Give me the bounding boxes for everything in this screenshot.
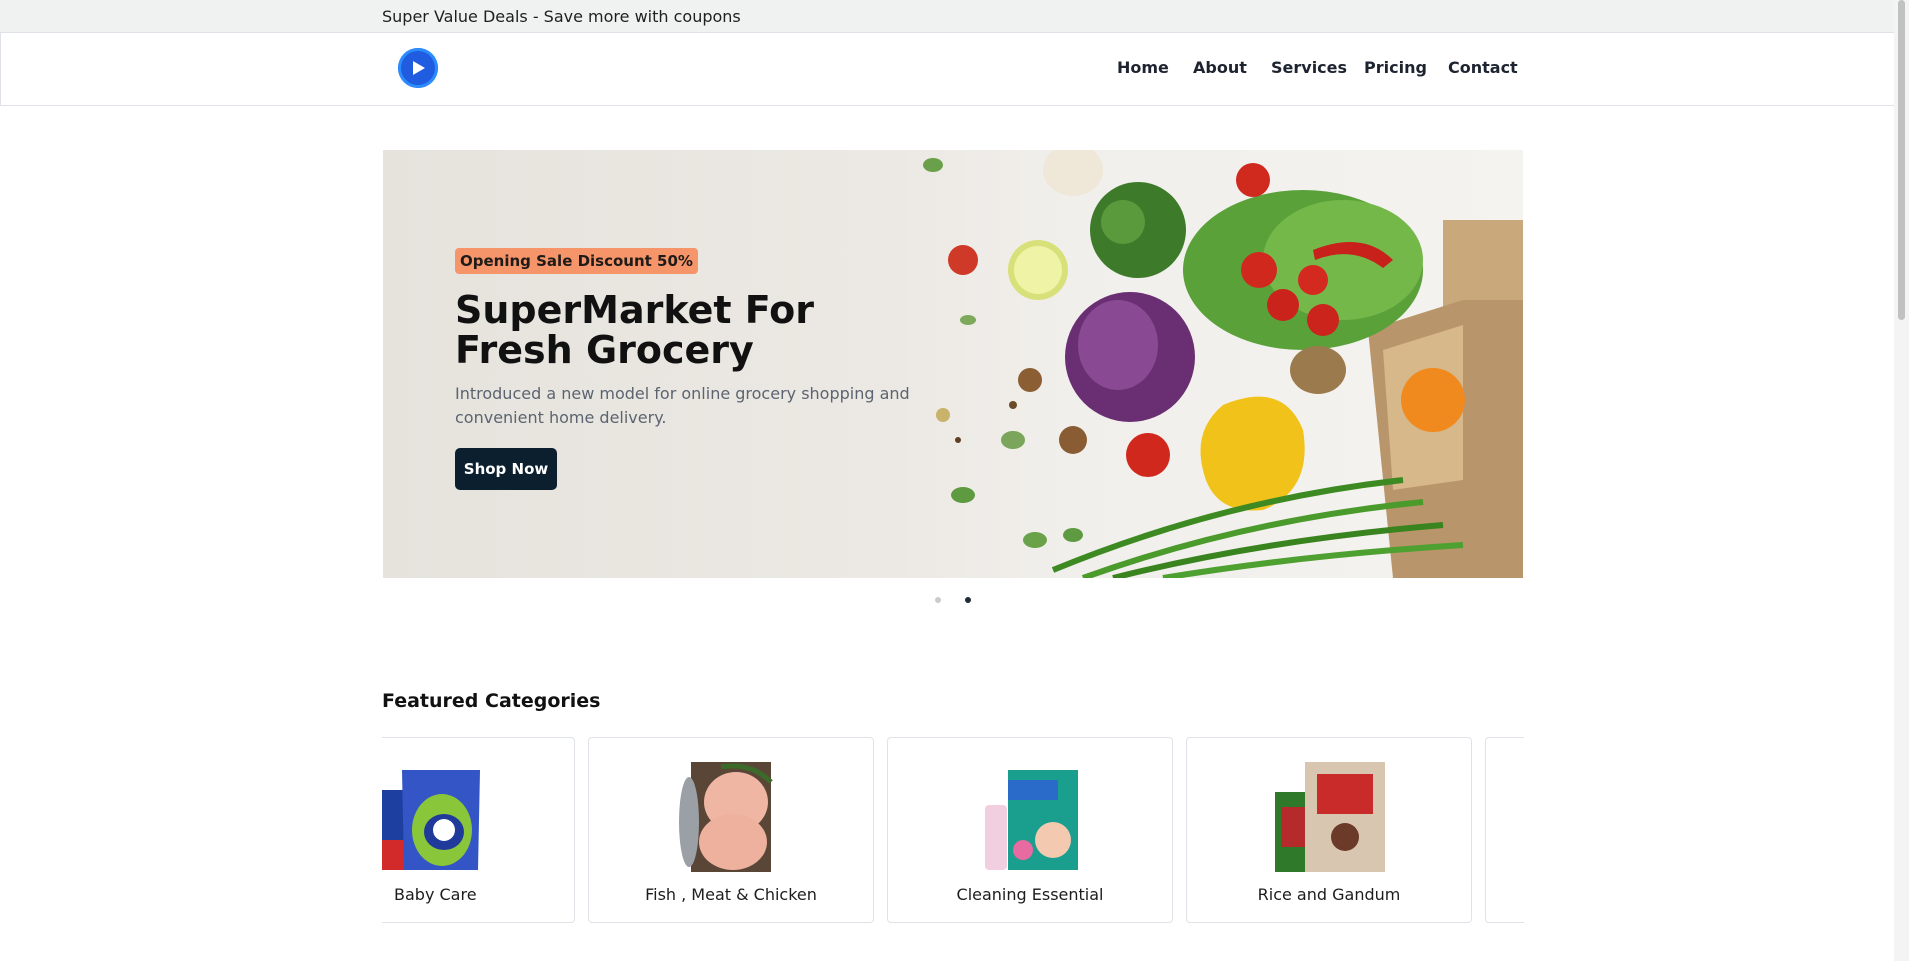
page-scrollbar[interactable] — [1894, 0, 1909, 961]
nav-about[interactable]: About — [1193, 58, 1247, 77]
nav-contact[interactable]: Contact — [1448, 58, 1518, 77]
vegetables-image — [923, 150, 1523, 578]
nav-home[interactable]: Home — [1117, 58, 1169, 77]
section-title: Featured Categories — [382, 690, 601, 712]
announcement-bar: Super Value Deals - Save more with coupo… — [0, 0, 1909, 32]
category-label: Rice and Gandum — [1257, 885, 1401, 904]
carousel-dot-2[interactable] — [965, 597, 971, 603]
category-card-cleaning-essential[interactable]: Cleaning Essential — [887, 737, 1173, 923]
play-circle-icon[interactable] — [398, 48, 438, 88]
carousel-dot-1[interactable] — [935, 597, 941, 603]
rice-product-image — [1275, 762, 1385, 872]
cleaning-product-image — [985, 770, 1078, 870]
nav-pricing[interactable]: Pricing — [1364, 58, 1427, 77]
category-card-rice-and-gandum[interactable]: Rice and Gandum — [1186, 737, 1472, 923]
category-card-baby-care[interactable]: Baby Care — [382, 737, 575, 923]
nav-services[interactable]: Services — [1271, 58, 1347, 77]
announcement-text: Super Value Deals - Save more with coupo… — [382, 7, 741, 26]
hero-banner: Opening Sale Discount 50% SuperMarket Fo… — [383, 150, 1523, 578]
sale-badge: Opening Sale Discount 50% — [455, 248, 698, 274]
category-label: Fish , Meat & Chicken — [645, 885, 817, 904]
header — [0, 32, 1909, 106]
category-label: Baby Care — [394, 885, 477, 904]
category-card-fish-meat-chicken[interactable]: Fish , Meat & Chicken — [588, 737, 874, 923]
scrollbar-thumb[interactable] — [1898, 0, 1905, 320]
baby-care-product-image — [382, 770, 480, 870]
hero-description: Introduced a new model for online grocer… — [455, 384, 910, 427]
shop-now-button[interactable]: Shop Now — [455, 448, 557, 490]
fish-meat-product-image — [679, 762, 773, 872]
category-card-partial[interactable] — [1485, 737, 1524, 923]
hero-title: SuperMarket For Fresh Grocery — [455, 288, 815, 372]
category-label: Cleaning Essential — [956, 885, 1104, 904]
